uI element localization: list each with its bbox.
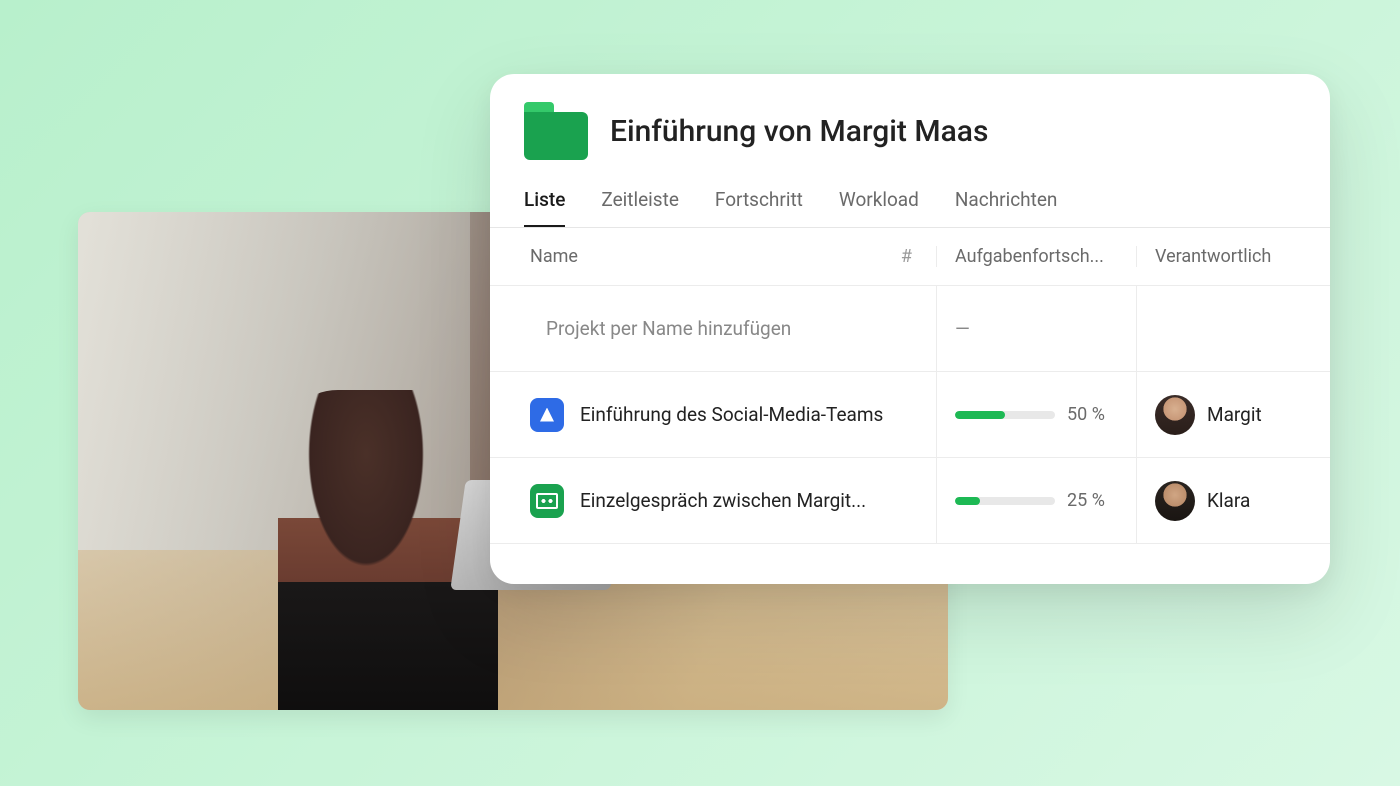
tabs: Liste Zeitleiste Fortschritt Workload Na…: [490, 170, 1330, 228]
folder-icon: [524, 102, 588, 160]
panel-header: Einführung von Margit Maas: [490, 74, 1330, 170]
table-row[interactable]: Einzelgespräch zwischen Margit... 25 % K…: [490, 458, 1330, 544]
add-project-placeholder: Projekt per Name hinzufügen: [546, 317, 791, 340]
project-icon: [530, 398, 564, 432]
col-name-label: Name: [530, 246, 578, 267]
col-progress-label: Aufgabenfortsch...: [936, 246, 1136, 267]
avatar: [1155, 395, 1195, 435]
owner-name: Klara: [1207, 489, 1250, 512]
progress-label: 25 %: [1067, 490, 1105, 511]
tab-nachrichten[interactable]: Nachrichten: [955, 188, 1058, 227]
project-name: Einführung des Social-Media-Teams: [580, 403, 883, 426]
tab-workload[interactable]: Workload: [839, 188, 919, 227]
tab-fortschritt[interactable]: Fortschritt: [715, 188, 803, 227]
project-name: Einzelgespräch zwischen Margit...: [580, 489, 866, 512]
avatar: [1155, 481, 1195, 521]
project-panel: Einführung von Margit Maas Liste Zeitlei…: [490, 74, 1330, 584]
hash-icon: #: [901, 246, 912, 267]
progress-empty: —: [955, 317, 970, 340]
project-icon: [530, 484, 564, 518]
progress-label: 50 %: [1067, 404, 1105, 425]
page-title: Einführung von Margit Maas: [610, 114, 988, 149]
project-table: Name # Aufgabenfortsch... Verantwortlich…: [490, 228, 1330, 544]
progress-bar: [955, 411, 1055, 419]
table-row[interactable]: Einführung des Social-Media-Teams 50 % M…: [490, 372, 1330, 458]
col-owner-label: Verantwortlich: [1136, 246, 1310, 267]
owner-name: Margit: [1207, 403, 1262, 426]
add-project-row[interactable]: Projekt per Name hinzufügen —: [490, 286, 1330, 372]
tab-liste[interactable]: Liste: [524, 188, 565, 227]
progress-bar: [955, 497, 1055, 505]
tab-zeitleiste[interactable]: Zeitleiste: [601, 188, 679, 227]
table-header: Name # Aufgabenfortsch... Verantwortlich: [490, 228, 1330, 286]
